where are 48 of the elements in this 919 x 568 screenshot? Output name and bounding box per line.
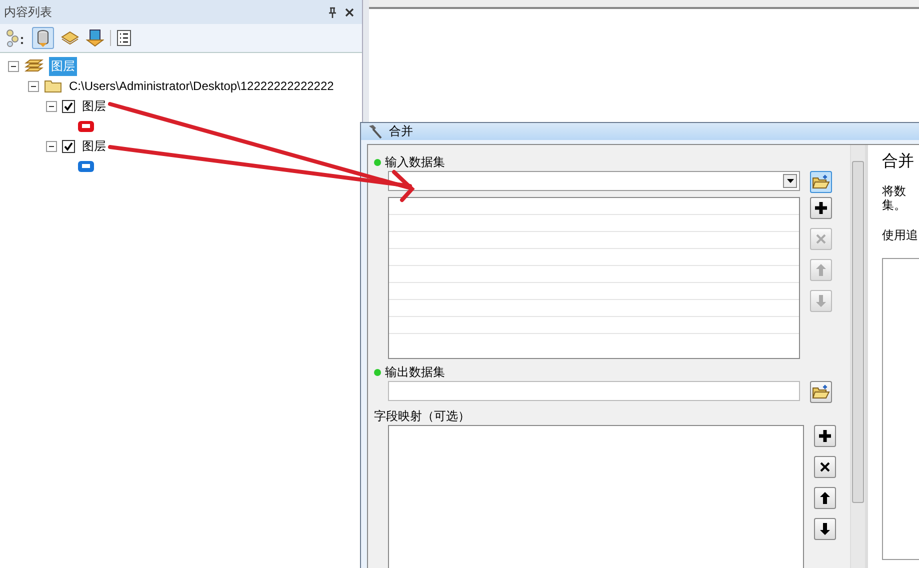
remove-button[interactable] (814, 456, 836, 478)
layers-icon (24, 58, 44, 74)
database-icon[interactable] (32, 27, 54, 49)
hammer-icon (367, 124, 383, 140)
open-folder-button[interactable] (810, 171, 832, 193)
add-button[interactable] (814, 425, 836, 447)
field-label: 字段映射（可选） (374, 408, 470, 424)
up-arrow-icon (814, 263, 828, 277)
tree-item[interactable]: 图层 (80, 96, 108, 116)
scrollbar[interactable] (850, 145, 865, 568)
collapse-toggle[interactable] (46, 100, 57, 112)
open-folder-button[interactable] (810, 381, 832, 403)
field-label: 输出数据集 (385, 364, 445, 380)
up-button[interactable] (814, 487, 836, 509)
folder-icon (44, 79, 62, 93)
help-text: 使用追 (882, 228, 919, 242)
tree-list-icon[interactable] (6, 29, 26, 47)
help-text: 集。 (882, 198, 907, 212)
checkbox[interactable] (62, 140, 75, 152)
field-map-list[interactable] (388, 425, 804, 568)
dialog-title: 合并 (389, 123, 413, 140)
dataset-dropdown[interactable] (388, 171, 800, 191)
collapse-toggle[interactable] (8, 60, 19, 72)
add-button[interactable] (810, 197, 832, 219)
up-arrow-icon (818, 491, 832, 505)
tree-item[interactable]: C:\Users\Administrator\Desktop\12222222222222 (67, 78, 336, 94)
pin-icon[interactable] (328, 6, 337, 18)
checkbox[interactable] (62, 100, 75, 112)
tree-item[interactable]: 图层 (80, 136, 108, 156)
close-icon[interactable] (345, 8, 354, 16)
layers-icon[interactable] (60, 29, 80, 47)
down-arrow-icon (818, 522, 832, 536)
down-button[interactable] (814, 518, 836, 540)
collapse-toggle[interactable] (46, 140, 57, 152)
output-field[interactable] (388, 381, 800, 401)
plus-icon (814, 201, 828, 215)
help-text: 将数 (882, 184, 907, 198)
list-options-icon[interactable] (117, 30, 131, 46)
plus-icon (818, 429, 832, 443)
close-icon (818, 460, 832, 474)
collapse-toggle[interactable] (28, 80, 39, 92)
dropdown-arrow-icon (786, 179, 794, 183)
down-arrow-icon (814, 294, 828, 308)
source-icon[interactable] (86, 29, 104, 47)
field-label: 输入数据集 (385, 154, 445, 170)
panel-title: 内容列表 (4, 4, 52, 20)
close-icon (814, 232, 828, 246)
help-title: 合并 (882, 151, 915, 172)
